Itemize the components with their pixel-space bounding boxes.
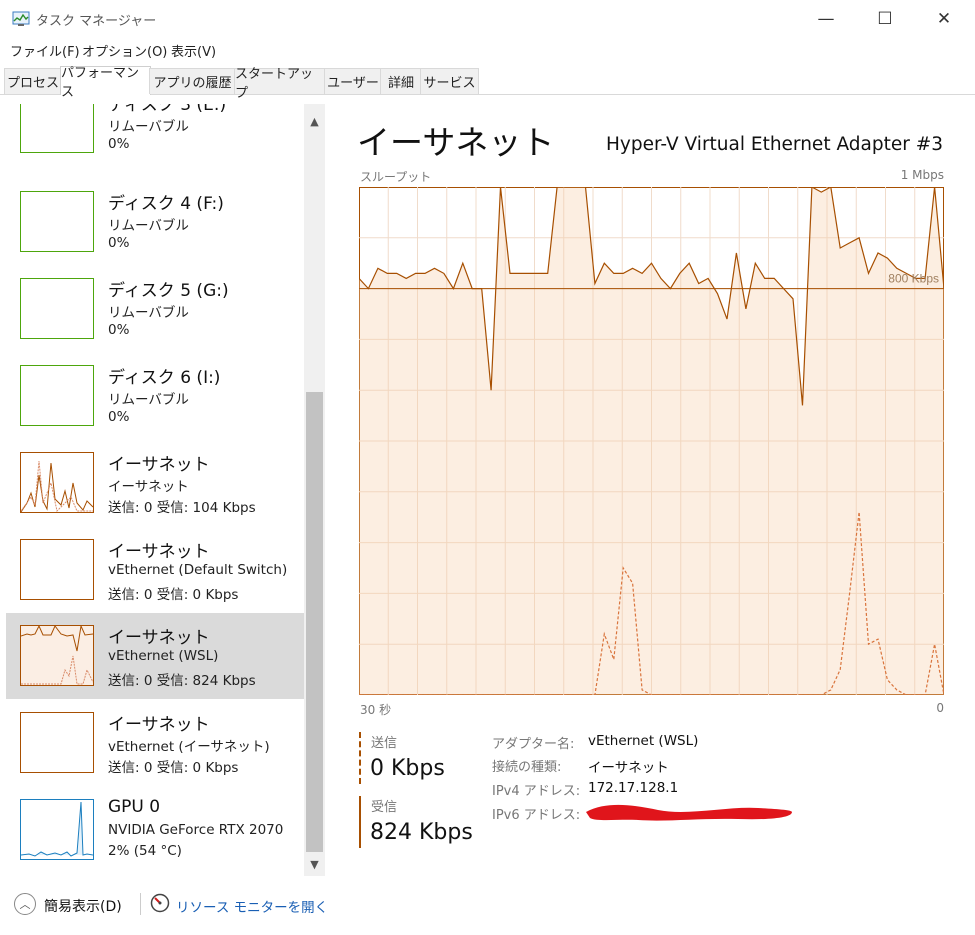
maximize-button[interactable]: ☐ bbox=[862, 0, 908, 38]
resource-subtitle: リムーバブル bbox=[108, 305, 189, 321]
resource-value: 送信: 0 受信: 104 Kbps bbox=[108, 500, 256, 516]
open-resource-monitor-link[interactable]: リソース モニターを開く bbox=[176, 896, 328, 916]
resource-value: 0% bbox=[108, 409, 130, 425]
receive-indicator bbox=[359, 796, 361, 848]
resource-list: ディスク 3 (E:) リムーバブル 0% ディスク 4 (F:) リムーバブル… bbox=[6, 104, 304, 876]
tab-app-history[interactable]: アプリの履歴 bbox=[149, 68, 236, 94]
adapter-name-label: アダプター名: bbox=[492, 737, 575, 752]
resource-item-disk4[interactable]: ディスク 4 (F:) リムーバブル 0% bbox=[6, 179, 304, 265]
scrollbar-thumb[interactable] bbox=[306, 392, 323, 852]
resource-item-gpu0[interactable]: GPU 0 NVIDIA GeForce RTX 2070 2% (54 °C) bbox=[6, 787, 304, 873]
tab-performance[interactable]: パフォーマンス bbox=[60, 66, 151, 100]
adapter-description: Hyper-V Virtual Ethernet Adapter #3 bbox=[606, 134, 943, 155]
menu-file[interactable]: ファイル(F) bbox=[10, 41, 80, 60]
receive-value: 824 Kbps bbox=[370, 820, 473, 845]
disk-thumbnail bbox=[20, 191, 94, 252]
scroll-down-icon[interactable]: ▼ bbox=[304, 855, 325, 873]
x-axis-left-label: 30 秒 bbox=[360, 703, 392, 717]
resource-subtitle: vEthernet (イーサネット) bbox=[108, 739, 270, 755]
resource-title: ディスク 5 (G:) bbox=[108, 281, 229, 301]
ethernet-thumbnail bbox=[20, 625, 94, 686]
tab-users[interactable]: ユーザー bbox=[324, 68, 382, 94]
send-value: 0 Kbps bbox=[370, 756, 445, 781]
tab-details[interactable]: 詳細 bbox=[380, 68, 422, 94]
resource-item-disk3[interactable]: ディスク 3 (E:) リムーバブル 0% bbox=[6, 104, 304, 166]
resource-title: イーサネット bbox=[108, 455, 210, 475]
disk-thumbnail bbox=[20, 104, 94, 153]
resource-title: GPU 0 bbox=[108, 797, 161, 817]
gpu-thumbnail bbox=[20, 799, 94, 860]
resource-value: 0% bbox=[108, 235, 130, 251]
throughput-max-label: 1 Mbps bbox=[900, 168, 944, 182]
resource-title: イーサネット bbox=[108, 628, 210, 648]
menu-view[interactable]: 表示(V) bbox=[171, 41, 216, 60]
ipv4-label: IPv4 アドレス: bbox=[492, 784, 581, 799]
footer-divider bbox=[140, 893, 141, 915]
resource-subtitle: イーサネット bbox=[108, 479, 189, 495]
resource-title: ディスク 4 (F:) bbox=[108, 194, 224, 214]
resource-subtitle: NVIDIA GeForce RTX 2070 bbox=[108, 822, 284, 838]
fewer-details-link[interactable]: 簡易表示(D) bbox=[44, 896, 122, 916]
resource-item-disk5[interactable]: ディスク 5 (G:) リムーバブル 0% bbox=[6, 266, 304, 352]
x-axis-right-label: 0 bbox=[936, 701, 944, 715]
adapter-name-value: vEthernet (WSL) bbox=[588, 733, 699, 749]
throughput-graph: 800 Kbps bbox=[359, 187, 944, 695]
resource-title: ディスク 6 (I:) bbox=[108, 368, 221, 388]
disk-thumbnail bbox=[20, 365, 94, 426]
tab-services[interactable]: サービス bbox=[420, 68, 479, 94]
resource-title: ディスク 3 (E:) bbox=[108, 104, 227, 115]
menu-options[interactable]: オプション(O) bbox=[82, 41, 167, 60]
ethernet-thumbnail bbox=[20, 712, 94, 773]
resource-item-vethernet-wsl[interactable]: イーサネット vEthernet (WSL) 送信: 0 受信: 824 Kbp… bbox=[6, 613, 304, 699]
ethernet-sparkline bbox=[21, 626, 93, 685]
resource-subtitle: vEthernet (WSL) bbox=[108, 648, 219, 664]
tab-processes[interactable]: プロセス bbox=[4, 68, 62, 94]
throughput-label: スループット bbox=[360, 170, 432, 184]
tab-startup[interactable]: スタートアップ bbox=[234, 67, 326, 101]
connection-type-value: イーサネット bbox=[588, 760, 669, 776]
resource-item-vethernet-ethernet[interactable]: イーサネット vEthernet (イーサネット) 送信: 0 受信: 0 Kb… bbox=[6, 700, 304, 786]
resource-title: イーサネット bbox=[108, 715, 210, 735]
resource-subtitle: vEthernet (Default Switch) bbox=[108, 562, 288, 578]
ipv6-label: IPv6 アドレス: bbox=[492, 808, 581, 823]
connection-type-label: 接続の種類: bbox=[492, 760, 562, 775]
resource-value: 送信: 0 受信: 0 Kbps bbox=[108, 760, 239, 776]
chevron-up-icon[interactable]: ︿ bbox=[14, 893, 36, 915]
ethernet-thumbnail bbox=[20, 539, 94, 600]
resource-value: 送信: 0 受信: 824 Kbps bbox=[108, 673, 256, 689]
gpu-sparkline bbox=[21, 801, 93, 857]
send-indicator bbox=[359, 732, 361, 784]
resource-subtitle: リムーバブル bbox=[108, 119, 189, 135]
resource-subtitle: リムーバブル bbox=[108, 218, 189, 234]
resource-item-ethernet[interactable]: イーサネット イーサネット 送信: 0 受信: 104 Kbps bbox=[6, 440, 304, 526]
disk-thumbnail bbox=[20, 278, 94, 339]
ipv6-redaction-mark bbox=[586, 804, 792, 821]
ethernet-sparkline bbox=[21, 460, 93, 512]
resource-monitor-icon[interactable] bbox=[150, 893, 170, 913]
resource-value: 送信: 0 受信: 0 Kbps bbox=[108, 587, 239, 603]
window-title: タスク マネージャー bbox=[36, 14, 157, 29]
page-title: イーサネット bbox=[357, 123, 555, 162]
scroll-up-icon[interactable]: ▲ bbox=[304, 112, 325, 130]
resource-title: イーサネット bbox=[108, 542, 210, 562]
task-manager-icon bbox=[12, 11, 30, 26]
minimize-button[interactable]: — bbox=[803, 0, 849, 38]
resource-value: 2% (54 °C) bbox=[108, 843, 182, 859]
resource-value: 0% bbox=[108, 136, 130, 152]
resource-item-disk6[interactable]: ディスク 6 (I:) リムーバブル 0% bbox=[6, 353, 304, 439]
scale-label: 800 Kbps bbox=[888, 272, 939, 286]
resource-item-vethernet-default[interactable]: イーサネット vEthernet (Default Switch) 送信: 0 … bbox=[6, 527, 304, 613]
ethernet-thumbnail bbox=[20, 452, 94, 513]
ipv4-value: 172.17.128.1 bbox=[588, 780, 679, 796]
receive-label: 受信 bbox=[371, 800, 398, 815]
resource-value: 0% bbox=[108, 322, 130, 338]
send-label: 送信 bbox=[371, 736, 398, 751]
resource-subtitle: リムーバブル bbox=[108, 392, 189, 408]
close-button[interactable]: ✕ bbox=[921, 0, 967, 38]
